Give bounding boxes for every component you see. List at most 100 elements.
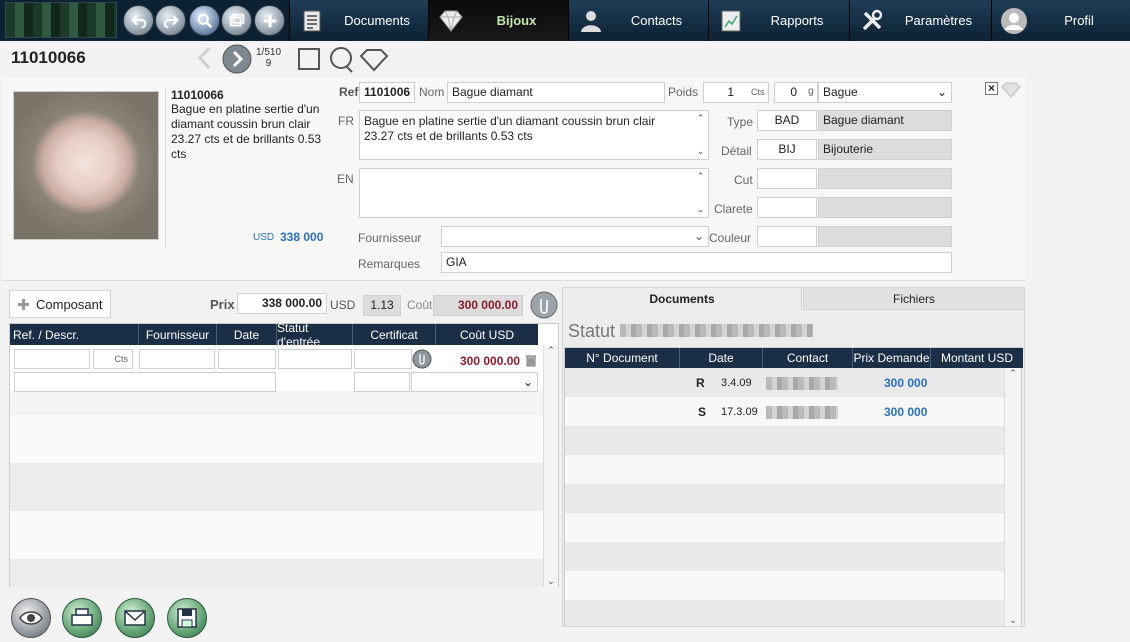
plus-icon <box>18 298 29 310</box>
poids-label: Poids <box>668 85 699 99</box>
couleur-name-field <box>818 226 952 247</box>
component-carats-unit: Cts <box>114 354 129 364</box>
cout-label: Coût <box>407 298 433 312</box>
nav-label: Profil <box>1064 13 1094 28</box>
table-row <box>565 600 1005 626</box>
component-date-input[interactable] <box>218 349 276 369</box>
prix-field[interactable]: 338 000.00 <box>237 293 327 314</box>
couleur-label: Couleur <box>709 231 752 245</box>
attachment-icon[interactable] <box>412 349 432 372</box>
arrow-up-icon: ⌃ <box>696 113 705 123</box>
preview-button[interactable] <box>11 598 51 638</box>
table-row <box>10 511 543 559</box>
detail-label: Détail <box>721 144 752 158</box>
eye-icon <box>19 611 43 625</box>
nav-tab-bijoux[interactable]: Bijoux <box>428 0 568 41</box>
component-cout-value: 300 000.00 <box>460 354 521 368</box>
component-carats-input[interactable]: Cts <box>93 349 133 369</box>
record-page-sub: 9 <box>265 58 272 69</box>
col-document-number: N° Document <box>565 348 680 368</box>
category-value: Bague <box>823 85 858 99</box>
nav-tab-contacts[interactable]: Contacts <box>568 0 708 41</box>
item-photo[interactable] <box>13 91 159 240</box>
col-contact: Contact <box>763 348 853 368</box>
textarea-scrollbar[interactable]: ⌃ ⌄ <box>693 111 708 159</box>
component-ref-input[interactable] <box>14 349 90 369</box>
nav-tab-parametres[interactable]: Paramètres <box>849 0 991 41</box>
diamond-outline-icon[interactable] <box>359 48 389 75</box>
prix-currency: USD <box>330 298 356 312</box>
diamond-small-icon[interactable] <box>1001 82 1021 101</box>
carats-unit: Cts <box>751 87 765 97</box>
detail-name-field: Bijouterie <box>818 139 952 160</box>
windows-icon[interactable] <box>221 5 252 36</box>
couleur-code-field[interactable] <box>757 226 817 247</box>
type-code-field[interactable]: BAD <box>757 110 817 131</box>
component-statut-input[interactable] <box>278 349 352 369</box>
documents-scrollbar[interactable]: ⌃ ⌄ <box>1004 368 1021 626</box>
component-select[interactable]: ⌄ <box>411 372 538 392</box>
record-id: 11010066 <box>11 48 86 67</box>
chevron-down-icon: ⌄ <box>522 375 533 389</box>
table-row <box>10 463 543 511</box>
report-icon <box>717 7 745 35</box>
components-table-body: Cts 300 000.00 ⌄ <box>10 345 543 587</box>
statut-value-redacted <box>620 324 813 337</box>
select-square-icon[interactable] <box>297 47 321 74</box>
component-description-input[interactable] <box>14 372 276 392</box>
nav-label: Paramètres <box>904 13 973 28</box>
nav-tab-rapports[interactable]: Rapports <box>708 0 849 41</box>
previous-record-icon[interactable] <box>196 46 214 73</box>
attachment-icon[interactable] <box>530 291 558 322</box>
col-ref: Ref. / Descr. <box>10 324 139 345</box>
search-icon[interactable] <box>189 5 220 36</box>
table-row <box>565 426 1005 455</box>
component-extra-input[interactable] <box>354 372 410 392</box>
poids-carats-value: 1 <box>727 85 734 99</box>
tab-documents[interactable]: Documents <box>562 287 802 310</box>
nom-field[interactable]: Bague diamant <box>447 82 665 103</box>
component-fournisseur-input[interactable] <box>139 349 215 369</box>
lasso-icon[interactable] <box>328 46 356 77</box>
save-icon <box>177 608 197 628</box>
print-button[interactable] <box>62 598 102 638</box>
table-row <box>565 513 1005 542</box>
remarques-field[interactable]: GIA <box>441 252 952 273</box>
tab-fichiers[interactable]: Fichiers <box>803 287 1025 310</box>
diamond-icon <box>437 7 465 35</box>
en-description-textarea[interactable]: ⌃ ⌄ <box>359 168 709 218</box>
components-scrollbar[interactable]: ⌃ ⌄ <box>543 345 558 587</box>
cut-code-field[interactable] <box>757 168 817 189</box>
record-counter: 1/510 9 <box>256 47 281 69</box>
nav-tab-documents[interactable]: Documents <box>289 0 428 41</box>
next-record-icon[interactable] <box>222 44 252 77</box>
ref-field[interactable]: 1101006 <box>359 82 415 103</box>
close-icon[interactable]: × <box>985 82 998 95</box>
col-date: Date <box>217 324 277 345</box>
fournisseur-select[interactable]: ⌄ <box>441 226 709 247</box>
document-date: 17.3.09 <box>721 406 758 418</box>
table-row <box>10 391 543 415</box>
ratio-field: 1.13 <box>363 295 401 316</box>
category-select[interactable]: Bague ⌄ <box>818 82 952 103</box>
fr-description-textarea[interactable]: Bague en platine sertie d'un diamant cou… <box>359 110 709 160</box>
redo-icon[interactable] <box>155 5 186 36</box>
components-table: Ref. / Descr. Fournisseur Date Statut d'… <box>9 321 559 587</box>
en-label: EN <box>337 172 354 186</box>
add-icon[interactable] <box>254 5 285 36</box>
document-icon <box>298 7 326 35</box>
email-button[interactable] <box>115 598 155 638</box>
add-composant-button[interactable]: Composant <box>9 290 111 318</box>
components-table-header: Ref. / Descr. Fournisseur Date Statut d'… <box>10 321 538 349</box>
detail-code-field[interactable]: BIJ <box>757 139 817 160</box>
nav-label: Bijoux <box>496 13 537 28</box>
textarea-scrollbar[interactable]: ⌃ ⌄ <box>693 169 708 217</box>
component-certificat-input[interactable] <box>354 349 412 369</box>
save-button[interactable] <box>167 598 207 638</box>
nav-label: Documents <box>344 13 410 28</box>
col-fournisseur: Fournisseur <box>139 324 217 345</box>
nav-tab-profil[interactable]: Profil <box>991 0 1130 41</box>
clarete-code-field[interactable] <box>757 197 817 218</box>
delete-icon[interactable] <box>525 353 537 370</box>
undo-icon[interactable] <box>123 5 154 36</box>
